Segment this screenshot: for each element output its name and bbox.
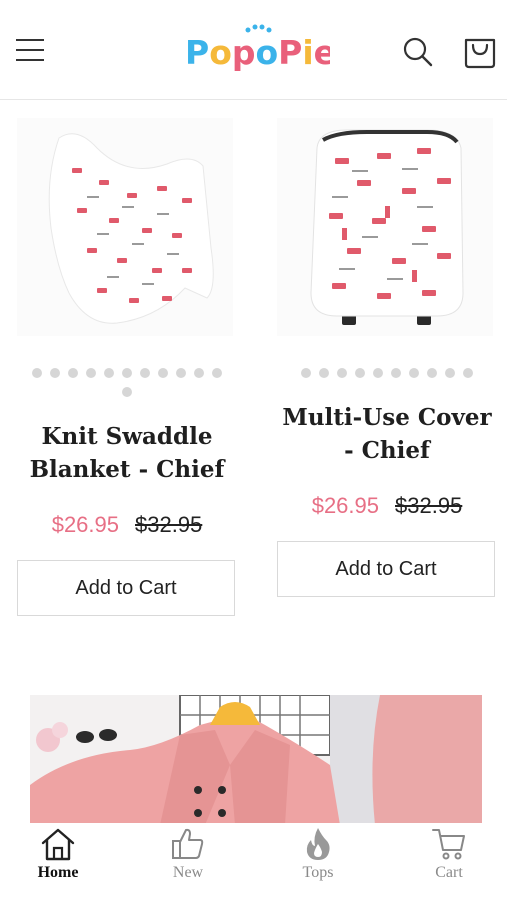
pagination-dot[interactable] [391,368,401,378]
pagination-dot[interactable] [68,368,78,378]
sale-price: $26.95 [51,512,119,537]
pagination-dot[interactable] [194,368,204,378]
search-button[interactable] [400,34,436,70]
cart-bag-button[interactable] [462,32,498,70]
pagination-dot[interactable] [373,368,383,378]
product-image-multi-use-cover[interactable] [277,118,493,336]
nav-home[interactable]: Home [13,823,103,900]
compare-price: $32.95 [135,512,203,537]
pagination-dot[interactable] [409,368,419,378]
promo-banner-image[interactable] [30,695,482,825]
product-card: Multi-Use Cover - Chief $26.95 $32.95 Add… [277,118,497,597]
pagination-dot[interactable] [50,368,60,378]
nav-new[interactable]: New [143,823,233,900]
pagination-dot[interactable] [140,368,150,378]
add-to-cart-button[interactable]: Add to Cart [17,560,235,616]
menu-line [16,39,44,41]
nav-cart-label: Cart [435,864,463,881]
pagination-dot[interactable] [176,368,186,378]
nav-home-label: Home [37,864,79,881]
nav-tops-label: Tops [302,864,334,881]
menu-button[interactable] [14,36,46,66]
popopie-logo[interactable]: PopoPie [185,24,330,74]
pagination-dot[interactable] [122,368,132,378]
add-to-cart-button[interactable]: Add to Cart [277,541,495,597]
nav-new-label: New [172,864,204,881]
thumbs-up-icon [172,828,204,859]
product-title[interactable]: Knit Swaddle Blanket - Chief [17,420,237,490]
pagination-dot[interactable] [122,387,132,397]
cart-icon [432,829,465,860]
pagination-dot[interactable] [337,368,347,378]
pagination-dot[interactable] [104,368,114,378]
pagination-dot[interactable] [427,368,437,378]
product-title[interactable]: Multi-Use Cover - Chief [277,401,497,471]
fire-icon [306,828,330,860]
product-card: Knit Swaddle Blanket - Chief $26.95 $32.9… [17,118,237,616]
nav-tops[interactable]: Tops [273,823,363,900]
image-pagination-dots [27,364,227,402]
pagination-dot[interactable] [463,368,473,378]
menu-line [16,49,44,51]
pagination-dot[interactable] [32,368,42,378]
price-row: $26.95 $32.95 [277,493,497,519]
pagination-dot[interactable] [158,368,168,378]
pagination-dot[interactable] [319,368,329,378]
pagination-dot[interactable] [212,368,222,378]
menu-line [16,59,44,61]
price-row: $26.95 $32.95 [17,512,237,538]
pagination-dot[interactable] [445,368,455,378]
pagination-dot[interactable] [301,368,311,378]
site-header: PopoPie [0,0,507,100]
logo-text: PopoPie [185,33,330,72]
pagination-dot[interactable] [355,368,365,378]
pagination-dot[interactable] [86,368,96,378]
home-icon [41,828,75,861]
nav-cart[interactable]: Cart [404,823,494,900]
sale-price: $26.95 [311,493,379,518]
image-pagination-dots [287,364,487,383]
bottom-navigation: Home New Tops Cart [0,823,507,900]
compare-price: $32.95 [395,493,463,518]
shopping-bag-icon [464,38,496,69]
search-icon [403,37,433,67]
product-image-swaddle-blanket[interactable] [17,118,233,336]
